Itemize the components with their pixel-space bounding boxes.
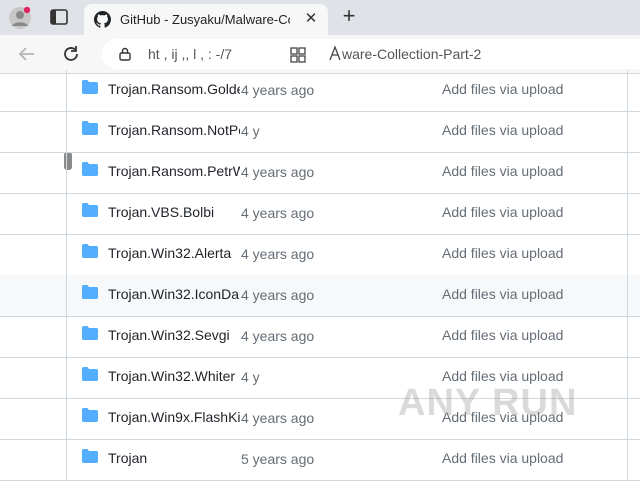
url-text-end: ware-Collection-Part-2 <box>342 46 482 62</box>
folder-icon <box>82 162 98 176</box>
file-row[interactable]: 4 y Trojan.Ransom.NotPe Add files via uplo… <box>0 111 640 153</box>
close-tab-icon[interactable]: ✕ <box>302 10 320 28</box>
folder-icon <box>82 244 98 258</box>
commit-age[interactable]: 4 y <box>241 121 321 141</box>
folder-name-link[interactable]: Trojan.Ransom.GoldenEye <box>108 79 240 99</box>
folder-name-link[interactable]: Trojan.Win32.Alerta <box>108 243 240 263</box>
row-edge <box>627 275 640 316</box>
row-edge <box>627 111 640 152</box>
back-arrow-icon[interactable] <box>16 43 38 65</box>
tab-actions-icon[interactable] <box>48 7 70 27</box>
lock-icon[interactable] <box>118 47 132 61</box>
folder-icon <box>82 285 98 299</box>
browser-toolbar: ht , ij ,, l , : -/7 ware-Collection-Par… <box>0 35 640 74</box>
folder-icon <box>82 203 98 217</box>
file-row[interactable]: 5 years ago Trojan Add files via upload <box>0 439 640 481</box>
row-spacer <box>0 111 67 152</box>
file-row[interactable]: 4 years ago Trojan.Win32.IconDar Add files… <box>0 275 640 317</box>
folder-icon <box>82 408 98 422</box>
file-row[interactable]: 4 years ago Trojan.Win32.Alerta Add files … <box>0 234 640 276</box>
row-spacer <box>0 193 67 234</box>
folder-icon <box>82 449 98 463</box>
row-edge <box>627 316 640 357</box>
folder-icon <box>82 326 98 340</box>
commit-message-link[interactable]: Add files via upload <box>442 202 622 222</box>
file-row[interactable]: 4 years ago Trojan.Ransom.PetrWi Add files… <box>0 152 640 194</box>
row-spacer <box>0 439 67 480</box>
commit-message-link[interactable]: Add files via upload <box>442 325 622 345</box>
commit-age[interactable]: 4 years ago <box>241 80 321 100</box>
row-spacer <box>0 234 67 275</box>
github-icon <box>94 11 111 28</box>
file-row[interactable]: 4 years ago Trojan.Win32.Sevgi Add files v… <box>0 316 640 358</box>
commit-age[interactable]: 4 years ago <box>241 285 321 305</box>
profile-avatar-icon[interactable] <box>8 6 32 30</box>
url-text-start: ht , ij ,, l , : -/7 <box>148 46 233 62</box>
commit-message-link[interactable]: Add files via upload <box>442 120 622 140</box>
commit-age[interactable]: 5 years ago <box>241 449 321 469</box>
row-edge <box>627 234 640 275</box>
folder-name-link[interactable]: Trojan.VBS.Bolbi <box>108 202 240 222</box>
row-spacer <box>0 316 67 357</box>
file-row[interactable]: 4 years agoTrojan.Ransom.GoldenEye Add fi… <box>0 70 640 112</box>
row-spacer <box>0 152 67 193</box>
tab-github[interactable]: GitHub - Zusyaku/Malware-Collec ✕ <box>84 4 328 35</box>
anyrun-watermark: ANY RUN <box>398 382 578 424</box>
commit-message-link[interactable]: Add files via upload <box>442 243 622 263</box>
commit-message-link[interactable]: Add files via upload <box>442 448 622 468</box>
folder-name-link[interactable]: Trojan.Ransom.PetrWi <box>108 161 240 181</box>
row-spacer <box>0 357 67 398</box>
reload-icon[interactable] <box>60 43 82 65</box>
row-spacer <box>0 275 67 316</box>
folder-icon <box>82 80 98 94</box>
commit-age[interactable]: 4 y <box>241 367 321 387</box>
commit-message-link[interactable]: Add files via upload <box>442 79 622 99</box>
row-edge <box>627 439 640 480</box>
commit-age[interactable]: 4 years ago <box>241 203 321 223</box>
folder-name-link[interactable]: Trojan <box>108 448 240 468</box>
folder-name-link[interactable]: Trojan.Win32.Sevgi <box>108 325 240 345</box>
row-edge <box>627 152 640 193</box>
tab-title: GitHub - Zusyaku/Malware-Collec <box>120 12 290 27</box>
commit-age[interactable]: 4 years ago <box>241 162 321 182</box>
folder-name-link[interactable]: Trojan.Win9x.FlashKill <box>108 407 240 427</box>
commit-message-link[interactable]: Add files via upload <box>442 161 622 181</box>
commit-age[interactable]: 4 years ago <box>241 244 321 264</box>
tab-strip: GitHub - Zusyaku/Malware-Collec ✕ + <box>0 0 640 35</box>
row-edge <box>627 357 640 398</box>
folder-name-link[interactable]: Trojan.Ransom.NotPe <box>108 120 240 140</box>
folder-name-link[interactable]: Trojan.Win32.Whiter <box>108 366 240 386</box>
new-tab-button[interactable]: + <box>338 5 360 27</box>
row-edge <box>627 70 640 111</box>
row-edge <box>627 398 640 439</box>
folder-icon <box>82 121 98 135</box>
folder-name-link[interactable]: Trojan.Win32.IconDar <box>108 284 240 304</box>
row-spacer <box>0 70 67 111</box>
commit-age[interactable]: 4 years ago <box>241 326 321 346</box>
commit-age[interactable]: 4 years ago <box>241 408 321 428</box>
folder-icon <box>82 367 98 381</box>
grid-icon[interactable] <box>290 47 306 63</box>
row-spacer <box>0 398 67 439</box>
address-bar[interactable]: ht , ij ,, l , : -/7 ware-Collection-Par… <box>102 39 640 69</box>
row-edge <box>627 193 640 234</box>
file-row[interactable]: 4 years ago Trojan.VBS.Bolbi Add files via… <box>0 193 640 235</box>
commit-message-link[interactable]: Add files via upload <box>442 284 622 304</box>
